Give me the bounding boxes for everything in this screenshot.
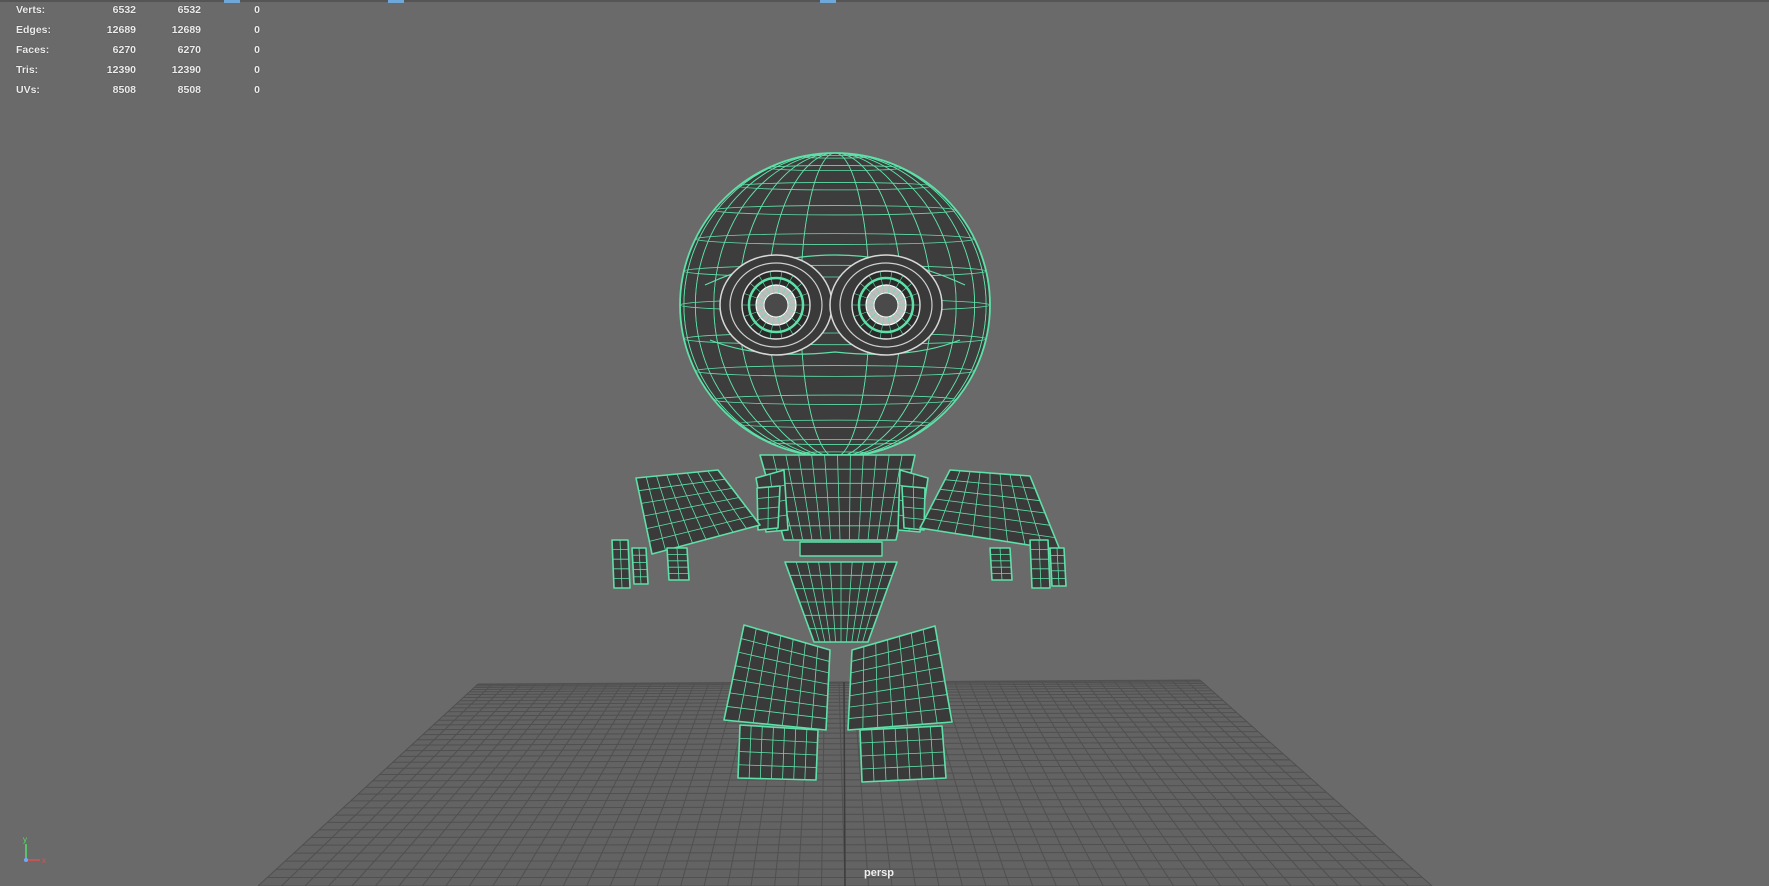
viewport-scene[interactable] [0, 0, 1769, 886]
hud-value: 0 [254, 64, 260, 76]
hud-value: 6270 [112, 44, 136, 56]
3d-viewport[interactable]: Verts: 6532 6532 0 Edges: 12689 12689 0 … [0, 0, 1769, 886]
left-finger-1 [611, 539, 631, 589]
hud-row-edges: Edges: 12689 12689 0 [16, 22, 276, 42]
right-finger-1 [989, 547, 1013, 581]
right-arm [919, 469, 1061, 551]
hud-row-faces: Faces: 6270 6270 0 [16, 42, 276, 62]
hud-value: 8508 [112, 84, 136, 96]
right-finger-2 [1029, 539, 1051, 589]
hud-value: 0 [254, 44, 260, 56]
hud-value: 0 [254, 84, 260, 96]
left-finger-2 [631, 547, 649, 585]
hud-value: 0 [254, 24, 260, 36]
grid-line [293, 851, 1395, 854]
hud-row-uvs: UVs: 8508 8508 0 [16, 82, 276, 102]
right-eye [829, 254, 943, 356]
waist-ring [799, 541, 883, 557]
right-foot [859, 725, 947, 783]
camera-name-label: persp [864, 867, 894, 879]
poly-count-hud: Verts: 6532 6532 0 Edges: 12689 12689 0 … [16, 2, 276, 102]
hud-value: 12689 [171, 24, 201, 36]
hud-value: 6532 [112, 4, 136, 16]
left-foot [737, 724, 819, 781]
hud-row-verts: Verts: 6532 6532 0 [16, 2, 276, 22]
view-axis-gizmo-icon: y x [23, 835, 46, 865]
x-axis-label: x [42, 856, 46, 865]
left-finger-3 [666, 547, 690, 581]
hud-value: 12689 [106, 24, 136, 36]
left-arm [635, 469, 761, 555]
right-finger-3 [1049, 547, 1067, 587]
left-shoulder-pad [756, 485, 781, 531]
hud-row-tris: Tris: 12390 12390 0 [16, 62, 276, 82]
hud-value: 12390 [171, 64, 201, 76]
hud-label: Verts: [16, 4, 46, 16]
hud-value: 6532 [177, 4, 201, 16]
hud-label: UVs: [16, 84, 40, 96]
left-eye [719, 254, 833, 356]
hud-label: Faces: [16, 44, 50, 56]
hud-value: 0 [254, 4, 260, 16]
ground-grid [257, 679, 1433, 886]
pelvis [784, 561, 898, 643]
y-axis-label: y [23, 835, 27, 844]
hud-label: Tris: [16, 64, 39, 76]
hud-label: Edges: [16, 24, 52, 36]
hud-value: 12390 [106, 64, 136, 76]
hud-value: 6270 [177, 44, 201, 56]
grid-axis-line [843, 681, 846, 886]
z-axis-dot [24, 858, 28, 862]
hud-value: 8508 [177, 84, 201, 96]
